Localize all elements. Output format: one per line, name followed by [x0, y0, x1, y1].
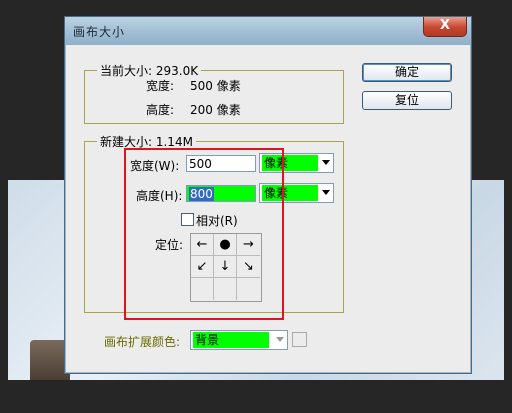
- current-height-value: 200 像素: [190, 103, 241, 117]
- extension-color-select[interactable]: 背景: [190, 330, 288, 350]
- chevron-down-icon: [322, 160, 330, 165]
- chevron-down-icon: [322, 190, 330, 195]
- close-button[interactable]: X: [423, 17, 467, 37]
- extension-color-value: 背景: [193, 332, 269, 348]
- ok-button[interactable]: 确定: [362, 63, 452, 82]
- chevron-down-icon: [276, 337, 284, 342]
- extension-color-label: 画布扩展颜色:: [104, 335, 181, 349]
- current-width-value: 500 像素: [190, 79, 241, 93]
- title-bar[interactable]: 画布大小 X: [65, 17, 471, 45]
- extension-color-swatch[interactable]: [292, 332, 307, 347]
- current-width-label: 宽度:: [146, 79, 175, 93]
- current-height-label: 高度:: [146, 103, 175, 117]
- annotation-highlight-box: [124, 148, 284, 320]
- window-title: 画布大小: [73, 25, 126, 39]
- reset-button[interactable]: 复位: [362, 91, 452, 110]
